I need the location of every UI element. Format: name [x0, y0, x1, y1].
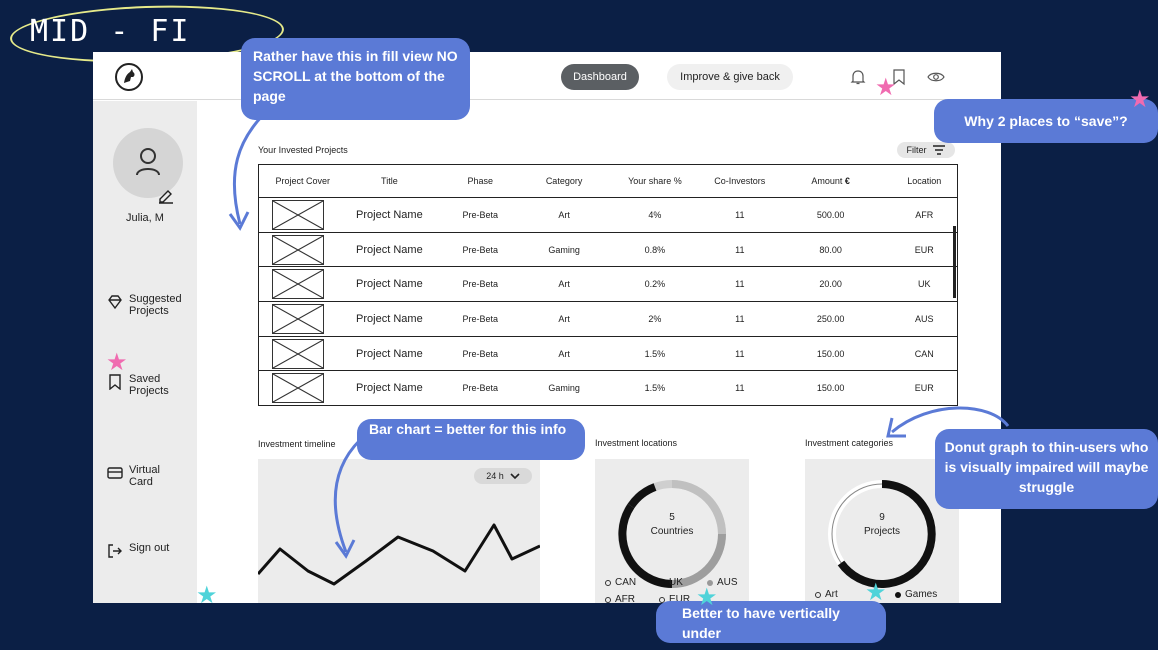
star-icon: ★ [196, 582, 218, 609]
annotation-arrows [228, 114, 1010, 559]
star-icon: ★ [1129, 86, 1151, 113]
annotation-callout-bar-chart: Bar chart = better for this info [357, 419, 585, 460]
annotation-callout-donut: Donut graph to thin-users who is visuall… [935, 429, 1158, 509]
annotation-callout-vertical: Better to have vertically under [656, 601, 886, 643]
star-icon: ★ [865, 579, 887, 606]
annotation-callout-save: Why 2 places to “save”? [934, 99, 1158, 143]
star-icon: ★ [696, 584, 718, 611]
star-icon: ★ [106, 349, 128, 376]
star-icon: ★ [875, 74, 897, 101]
annotation-callout-scroll: Rather have this in fill view NO SCROLL … [241, 38, 470, 120]
